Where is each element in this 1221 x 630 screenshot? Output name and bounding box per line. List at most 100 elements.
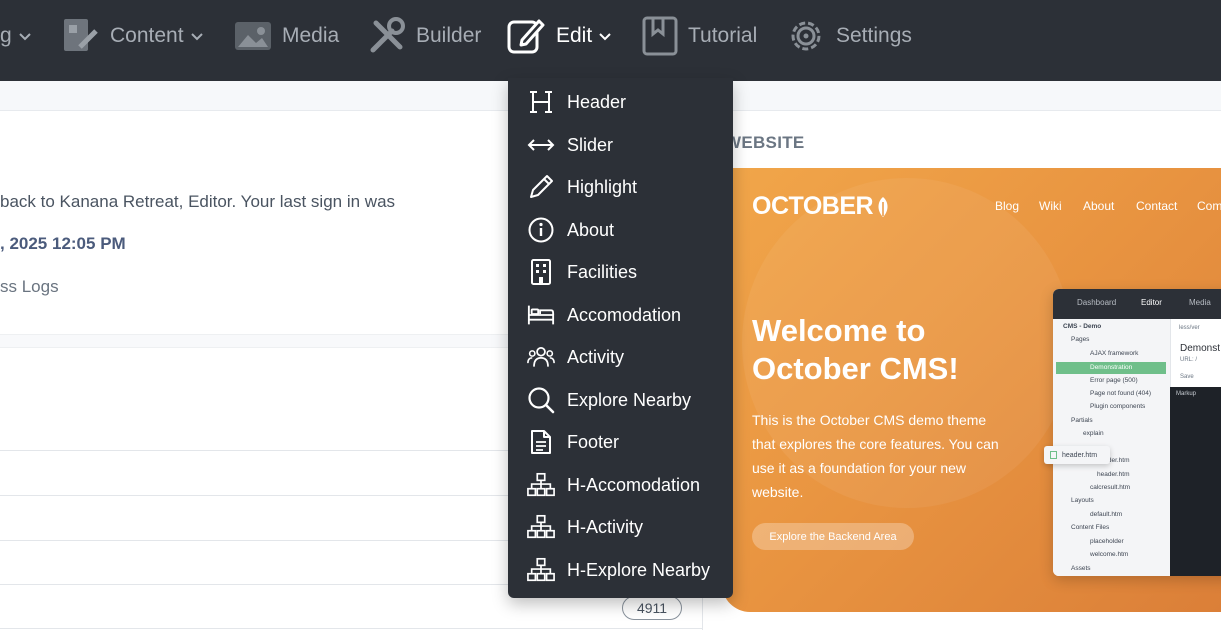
menu-item-highlight[interactable]: Highlight: [508, 166, 733, 208]
menu-item-label: Header: [567, 91, 627, 112]
menu-item-explore-nearby[interactable]: Explore Nearby: [508, 379, 733, 421]
chevron-down-icon: [598, 29, 612, 43]
brand-name: OCTOBER: [752, 192, 874, 220]
heading-icon: [527, 88, 555, 116]
tree-item: default.htm: [1090, 511, 1123, 518]
last-sign-in-date: , 2025 12:05 PM: [0, 234, 126, 253]
preview-description: This is the October CMS demo theme that …: [752, 412, 999, 500]
mini-code-editor: Markup: [1170, 387, 1221, 576]
building-icon: [527, 258, 555, 286]
tree-item: AJAX framework: [1090, 350, 1139, 357]
website-section-label: WEBSITE: [725, 133, 805, 152]
mini-url: URL: /: [1180, 357, 1198, 363]
tree-item: placeholder: [1090, 538, 1124, 545]
preview-title: Welcome to October CMS!: [752, 313, 959, 386]
nav-item-label: Media: [282, 24, 340, 47]
info-icon: [527, 216, 555, 244]
edit-icon: [506, 16, 546, 56]
preview-nav-wiki[interactable]: Wiki: [1039, 199, 1062, 213]
nav-item-label: Settings: [836, 24, 912, 47]
sitemap-icon: [527, 556, 555, 584]
menu-item-label: H-Explore Nearby: [567, 559, 711, 580]
tree-item: CMS - Demo: [1063, 323, 1102, 330]
search-icon: [527, 386, 555, 414]
mini-tab: less/ver: [1179, 325, 1200, 331]
nav-item-builder[interactable]: Builder: [368, 0, 481, 72]
menu-item-facilities[interactable]: Facilities: [508, 251, 733, 293]
tree-item: Partials: [1071, 417, 1093, 424]
users-icon: [527, 343, 555, 371]
menu-item-about[interactable]: About: [508, 209, 733, 251]
menu-item-label: Activity: [567, 346, 625, 367]
mini-nav-dashboard: Dashboard: [1077, 298, 1117, 307]
access-logs-link[interactable]: ss Logs: [0, 277, 59, 297]
nav-item-media[interactable]: Media: [234, 0, 339, 72]
cms-screenshot: Dashboard Editor Media CMS - Demo Pages …: [1053, 289, 1221, 576]
nav-item-label: Content: [110, 24, 184, 47]
menu-item-label: Explore Nearby: [567, 389, 692, 410]
file-icon: [1050, 451, 1057, 459]
mini-top-bar: Dashboard Editor Media: [1053, 289, 1221, 319]
menu-item-accomodation[interactable]: Accomodation: [508, 294, 733, 336]
bed-icon: [527, 301, 555, 329]
sitemap-icon: [527, 471, 555, 499]
menu-item-label: About: [567, 219, 615, 240]
document-icon: [527, 428, 555, 456]
nav-item-label: Edit: [556, 24, 593, 47]
menu-item-h-explore-nearby[interactable]: H-Explore Nearby: [508, 549, 733, 591]
mini-editor-header: less/ver Demonst URL: / Save: [1170, 319, 1221, 387]
pencil-icon: [527, 173, 555, 201]
mini-markup-label: Markup: [1176, 391, 1197, 397]
tree-item: Page not found (404): [1090, 390, 1152, 397]
nav-item-label: Builder: [416, 24, 482, 47]
menu-item-activity[interactable]: Activity: [508, 336, 733, 378]
preview-nav-about[interactable]: About: [1083, 199, 1114, 213]
menu-item-label: Slider: [567, 134, 614, 155]
tree-item-selected: Demonstration: [1056, 362, 1166, 374]
tree-item: Layouts: [1071, 497, 1094, 504]
sitemap-icon: [527, 513, 555, 541]
nav-item-settings[interactable]: Settings: [786, 0, 912, 72]
menu-item-footer[interactable]: Footer: [508, 421, 733, 463]
nav-item-label: Tutorial: [688, 24, 758, 47]
count-badge: 4911: [622, 596, 682, 620]
preview-nav-contact[interactable]: Contact: [1136, 199, 1177, 213]
arrows-horizontal-icon: [527, 131, 555, 159]
mini-save: Save: [1180, 374, 1194, 380]
tree-item: Plugin components: [1090, 403, 1146, 410]
dragged-file-name: header.htm: [1062, 451, 1098, 459]
dragged-file: header.htm: [1044, 446, 1110, 464]
tree-item: welcome.htm: [1090, 551, 1129, 558]
builder-icon: [368, 17, 406, 55]
nav-item-tutorial[interactable]: Tutorial: [642, 0, 757, 72]
website-preview[interactable]: OCTOBER Blog Wiki About Contact Com Welc…: [722, 168, 1221, 612]
menu-item-label: H-Activity: [567, 516, 643, 537]
media-icon: [234, 19, 272, 53]
nav-item-partial[interactable]: g: [0, 0, 32, 72]
menu-item-label: Footer: [567, 431, 620, 452]
mini-nav-editor: Editor: [1141, 298, 1162, 307]
table-row-divider: [0, 628, 702, 629]
tree-item: explain: [1083, 430, 1104, 437]
tree-item: Assets: [1071, 565, 1091, 572]
explore-backend-button[interactable]: Explore the Backend Area: [752, 523, 914, 550]
edit-dropdown-menu: Header Slider Highlight About Facilities…: [508, 78, 733, 598]
preview-nav-blog[interactable]: Blog: [995, 199, 1019, 213]
bookmark-icon: [642, 16, 678, 56]
tree-item: Pages: [1071, 336, 1090, 343]
brand-logo: OCTOBER: [752, 192, 891, 221]
tree-item: header.htm: [1097, 471, 1130, 478]
nav-item-content[interactable]: Content: [62, 0, 204, 72]
menu-item-header[interactable]: Header: [508, 81, 733, 123]
nav-item-edit[interactable]: Edit: [506, 0, 612, 72]
menu-item-h-accomodation[interactable]: H-Accomodation: [508, 464, 733, 506]
menu-item-slider[interactable]: Slider: [508, 124, 733, 166]
leaf-icon: [875, 196, 891, 218]
mini-page-title: Demonst: [1180, 343, 1221, 354]
chevron-down-icon: [190, 29, 204, 43]
gear-icon: [786, 16, 826, 56]
preview-nav-more[interactable]: Com: [1197, 199, 1221, 213]
menu-item-h-activity[interactable]: H-Activity: [508, 506, 733, 548]
top-navigation: g Content Media Builder Edit Tutorial Se…: [0, 0, 1221, 81]
tree-item: Content Files: [1071, 524, 1110, 531]
